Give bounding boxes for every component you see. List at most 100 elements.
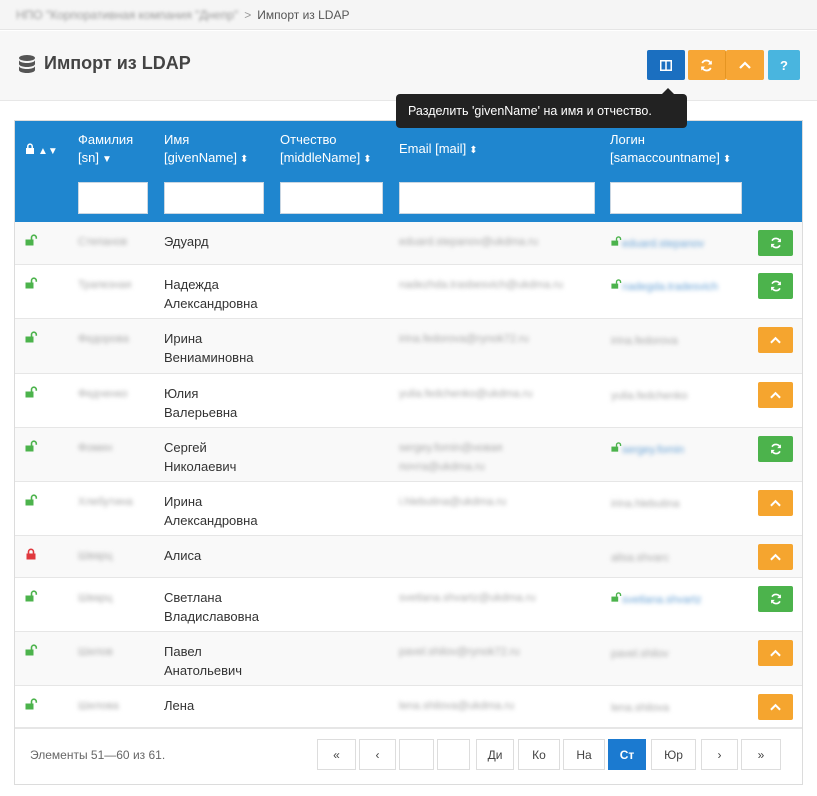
cell-firstname-line: Светлана (164, 590, 222, 605)
breadcrumb-current: Импорт из LDAP (257, 8, 350, 22)
column-header-lastname[interactable]: Фамилия [sn] ▼ (78, 131, 133, 169)
page-button[interactable]: Ст (608, 739, 646, 770)
page-button[interactable] (399, 739, 434, 770)
page-button[interactable]: На (563, 739, 605, 770)
cell-firstname-line: Алиса (164, 548, 202, 563)
column-header-login[interactable]: Логин [samaccountname] ⬍ (610, 131, 731, 169)
unlocked-icon (611, 591, 622, 606)
column-title: Имя (164, 132, 190, 147)
cell-lastname: Шварц (78, 592, 113, 604)
sync-button[interactable] (758, 436, 793, 462)
cell-login: eduard.stepanov (611, 233, 704, 254)
column-header-middlename[interactable]: Отчество [middleName] ⬍ (280, 131, 372, 169)
breadcrumb-parent-link[interactable]: НПО "Корпоративная компания "Днепр" (16, 8, 238, 22)
table-row: Хлебутина Ирина Александровна i.hlebutina@u… (15, 482, 802, 536)
collapse-row-button[interactable] (758, 382, 793, 408)
filter-login-input[interactable] (610, 182, 742, 214)
cell-firstname-line: Александровна (164, 296, 258, 311)
cell-lastname: Шилов (78, 646, 113, 658)
cell-email: yulia.fedchenko@ukdma.ru (399, 385, 532, 404)
login-value[interactable]: eduard.stepanov (622, 238, 704, 250)
sync-button[interactable] (758, 273, 793, 299)
refresh-button[interactable] (688, 50, 726, 80)
sort-desc-icon: ▼ (101, 154, 112, 165)
collapse-row-button[interactable] (758, 490, 793, 516)
collapse-row-button[interactable] (758, 640, 793, 666)
cell-firstname: Светлана Владиславовна (164, 588, 259, 626)
cell-lastname: Фомин (78, 442, 113, 454)
help-button[interactable]: ? (768, 50, 800, 80)
chevron-up-icon (770, 553, 781, 561)
page-title-wrap: Импорт из LDAP (18, 53, 191, 74)
chevron-up-icon (770, 499, 781, 507)
page-title: Импорт из LDAP (44, 53, 191, 73)
cell-firstname: Сергей Николаевич (164, 438, 236, 476)
table-row: Трапезная Надежда Александровна nadezhda.tr… (15, 265, 802, 319)
cell-firstname-line: Эдуард (164, 234, 209, 249)
cell-email: irina.fedorova@rynok72.ru (399, 330, 529, 349)
page-button[interactable]: » (741, 739, 781, 770)
login-value[interactable]: nadegda.tradesvich (622, 281, 718, 293)
cell-lastname: Трапезная (78, 279, 132, 291)
column-field: [sn] (78, 150, 99, 165)
split-givenname-button[interactable] (647, 50, 685, 80)
page-button[interactable]: ‹ (359, 739, 396, 770)
sort-icon: ⬍ (239, 154, 249, 165)
cell-email-line: почта@ukdma.ru (399, 461, 485, 473)
cell-login: lena.shilova (611, 697, 669, 718)
chevron-up-icon (770, 649, 781, 657)
column-title: Логин (610, 132, 645, 147)
refresh-icon (701, 59, 712, 71)
collapse-row-button[interactable] (758, 544, 793, 570)
cell-email: nadezhda.trasbesvich@ukdma.ru (399, 276, 563, 295)
column-field: [givenName] (164, 150, 237, 165)
cell-lastname: Федорова (78, 333, 129, 345)
cell-firstname-line: Павел (164, 644, 202, 659)
filter-middlename-input[interactable] (280, 182, 383, 214)
cell-firstname-line: Анатольевич (164, 663, 243, 678)
page-button[interactable]: Ко (518, 739, 560, 770)
table-row: Шварц Светлана Владиславовна svetlana.shvar… (15, 578, 802, 632)
cell-login: svetlana.shvartz (611, 589, 701, 610)
column-header-email[interactable]: Email [mail] ⬍ (399, 140, 478, 160)
cell-firstname-line: Ирина (164, 494, 203, 509)
collapse-button[interactable] (726, 50, 764, 80)
refresh-icon (770, 593, 781, 605)
cell-firstname: Надежда Александровна (164, 275, 258, 313)
sync-button[interactable] (758, 230, 793, 256)
filter-lastname-input[interactable] (78, 182, 148, 214)
column-header-firstname[interactable]: Имя [givenName] ⬍ (164, 131, 248, 169)
sort-icon: ▲▼ (38, 146, 58, 157)
cell-login: irina.fedorova (611, 330, 678, 351)
cell-email: svetlana.shvartz@ukdma.ru (399, 589, 536, 608)
refresh-icon (770, 280, 781, 292)
page-button[interactable]: « (317, 739, 356, 770)
cell-lastname: Степанов (78, 236, 128, 248)
collapse-row-button[interactable] (758, 694, 793, 720)
page-button[interactable] (437, 739, 470, 770)
table-row: Шилов Павел Анатольевич pavel.shilov@rynok7… (15, 632, 802, 686)
cell-firstname: Алиса (164, 546, 201, 565)
lock-column-header[interactable]: ▲▼ (25, 141, 58, 161)
filter-email-input[interactable] (399, 182, 595, 214)
cell-lastname: Шилова (78, 700, 119, 712)
collapse-row-button[interactable] (758, 327, 793, 353)
chevron-up-icon (770, 391, 781, 399)
login-value[interactable]: svetlana.shvartz (622, 594, 701, 606)
column-title: Отчество (280, 132, 337, 147)
breadcrumb: НПО "Корпоративная компания "Днепр" > Импо… (0, 0, 817, 30)
page-button[interactable]: › (701, 739, 738, 770)
filter-firstname-input[interactable] (164, 182, 264, 214)
unlocked-icon (25, 440, 39, 454)
cell-email-line: nadezhda.trasbesvich@ukdma.ru (399, 279, 564, 291)
breadcrumb-separator: > (244, 8, 252, 22)
unlocked-icon (25, 644, 39, 658)
login-value[interactable]: sergey.fomin (622, 444, 684, 456)
cell-firstname-line: Александровна (164, 513, 258, 528)
columns-icon (660, 59, 672, 71)
sync-button[interactable] (758, 586, 793, 612)
cell-login: yulia.fedchenko (611, 385, 687, 406)
cell-firstname-line: Владиславовна (164, 609, 259, 624)
page-button[interactable]: Юр (651, 739, 696, 770)
page-button[interactable]: Ди (476, 739, 514, 770)
